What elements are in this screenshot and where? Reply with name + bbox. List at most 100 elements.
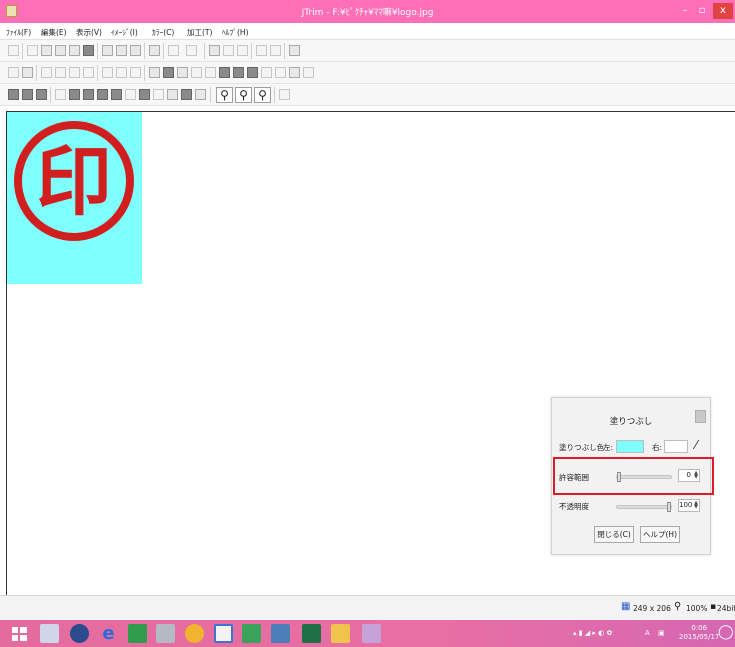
effect-1-icon[interactable]: [8, 89, 19, 100]
flip-vertical-icon[interactable]: [55, 67, 66, 78]
toolbar-separator: [36, 65, 37, 81]
align-icon[interactable]: [237, 45, 248, 56]
toolbar-separator: [163, 43, 164, 59]
open-file-icon[interactable]: [41, 45, 52, 56]
effect-3-icon[interactable]: [36, 89, 47, 100]
line-icon[interactable]: [275, 67, 286, 78]
mosaic-icon[interactable]: [219, 67, 230, 78]
right-color-swatch[interactable]: [664, 440, 688, 453]
dialog-help-button[interactable]: ヘルプ(H): [640, 526, 680, 543]
zoom-tool-icon[interactable]: ⚲: [216, 87, 233, 103]
store-icon[interactable]: [128, 624, 147, 643]
crop-icon[interactable]: [209, 45, 220, 56]
effect-2-icon[interactable]: [22, 89, 33, 100]
app-icon[interactable]: [156, 624, 175, 643]
flip-horizontal-icon[interactable]: [41, 67, 52, 78]
clock-date: 2015/05/17: [679, 633, 720, 641]
paste-icon[interactable]: [130, 45, 141, 56]
menu-view[interactable]: 表示(V): [76, 27, 102, 38]
fill-bucket-icon[interactable]: [289, 67, 300, 78]
print-icon[interactable]: [69, 45, 80, 56]
menu-color[interactable]: ｶﾗｰ(C): [152, 27, 174, 38]
paint-icon[interactable]: [362, 624, 381, 643]
layout-icon[interactable]: [289, 45, 300, 56]
left-color-swatch[interactable]: [616, 440, 644, 453]
effect-9-icon[interactable]: [125, 89, 136, 100]
select-icon[interactable]: [149, 45, 160, 56]
table-icon[interactable]: [270, 45, 281, 56]
effect-13-icon[interactable]: [181, 89, 192, 100]
minimize-button[interactable]: –: [677, 3, 693, 19]
copy-icon[interactable]: [102, 45, 113, 56]
opacity-slider-thumb[interactable]: [667, 502, 671, 512]
firefox-icon[interactable]: [70, 624, 89, 643]
resize-icon[interactable]: [69, 67, 80, 78]
print-preview-icon[interactable]: [83, 45, 94, 56]
grid-icon[interactable]: [256, 45, 267, 56]
logo-image[interactable]: 印: [7, 112, 142, 284]
opacity-spinner[interactable]: 100 ▲ ▼: [678, 499, 700, 512]
effect-10-icon[interactable]: [139, 89, 150, 100]
keyboard-icon[interactable]: ▣: [658, 629, 665, 637]
rotate-cw-icon[interactable]: [116, 67, 127, 78]
blur-icon[interactable]: [247, 67, 258, 78]
effect-11-icon[interactable]: [153, 89, 164, 100]
menu-help[interactable]: ﾍﾙﾌﾟ(H): [222, 27, 249, 38]
effect-4-icon[interactable]: [55, 89, 66, 100]
jtrim-taskbar-icon[interactable]: [331, 624, 350, 643]
circle-icon[interactable]: [303, 67, 314, 78]
save-icon[interactable]: [55, 45, 66, 56]
main-toolbar: [0, 40, 735, 62]
rotate-left-icon[interactable]: [22, 67, 33, 78]
gamma-icon[interactable]: [177, 67, 188, 78]
close-button[interactable]: x: [713, 3, 733, 19]
effect-6-icon[interactable]: [83, 89, 94, 100]
notification-icon[interactable]: ◯: [718, 624, 734, 640]
undo-icon[interactable]: [168, 45, 179, 56]
menu-image[interactable]: ｲﾒｰｼﾞ(I): [111, 27, 138, 38]
eyedropper-icon[interactable]: [279, 89, 290, 100]
opacity-slider[interactable]: [616, 505, 672, 509]
internet-explorer-icon[interactable]: e: [99, 624, 118, 643]
eyedropper-icon[interactable]: ⁄: [695, 438, 697, 452]
maximize-button[interactable]: ▫: [694, 3, 710, 19]
dialog-close-button[interactable]: 閉じる(C): [594, 526, 634, 543]
rotate-ccw-icon[interactable]: [102, 67, 113, 78]
contrast-icon[interactable]: [163, 67, 174, 78]
effect-8-icon[interactable]: [111, 89, 122, 100]
zoom-in-icon[interactable]: ⚲: [235, 87, 252, 103]
taskbar: e ▴ ▮ ◢ ▸ ◐ ✿ A ▣ 0:06 2015/05/17 ◯: [0, 620, 735, 647]
calendar-icon[interactable]: [271, 624, 290, 643]
clock[interactable]: 0:06 2015/05/17: [679, 624, 719, 642]
noise-icon[interactable]: [205, 67, 216, 78]
menu-file[interactable]: ﾌｧｲﾙ(F): [6, 27, 31, 38]
excel-icon[interactable]: [302, 624, 321, 643]
dialog-close-icon[interactable]: [695, 410, 706, 423]
file-explorer-icon[interactable]: [40, 624, 59, 643]
app-window-icon[interactable]: [214, 624, 233, 643]
new-file-icon[interactable]: [27, 45, 38, 56]
sharpen-icon[interactable]: [233, 67, 244, 78]
effect-5-icon[interactable]: [69, 89, 80, 100]
effect-12-icon[interactable]: [167, 89, 178, 100]
ime-indicator[interactable]: A: [645, 629, 650, 637]
chrome-icon[interactable]: [185, 624, 204, 643]
brightness-icon[interactable]: [149, 67, 160, 78]
text-icon[interactable]: [223, 45, 234, 56]
effect-7-icon[interactable]: [97, 89, 108, 100]
frame-icon[interactable]: [261, 67, 272, 78]
menu-process[interactable]: 加工(T): [187, 27, 212, 38]
toolbar-separator: [22, 43, 23, 59]
hue-icon[interactable]: [191, 67, 202, 78]
menu-edit[interactable]: 編集(E): [41, 27, 67, 38]
tray-icons[interactable]: ▴ ▮ ◢ ▸ ◐ ✿: [573, 629, 612, 637]
zoom-out-icon[interactable]: ⚲: [254, 87, 271, 103]
trim-icon[interactable]: [83, 67, 94, 78]
cut-icon[interactable]: [116, 45, 127, 56]
toolbar-separator: [251, 43, 252, 59]
windows-start-icon[interactable]: [10, 624, 29, 643]
rotate-icon[interactable]: [130, 67, 141, 78]
redo-icon[interactable]: [186, 45, 197, 56]
effect-14-icon[interactable]: [195, 89, 206, 100]
hangouts-icon[interactable]: [242, 624, 261, 643]
